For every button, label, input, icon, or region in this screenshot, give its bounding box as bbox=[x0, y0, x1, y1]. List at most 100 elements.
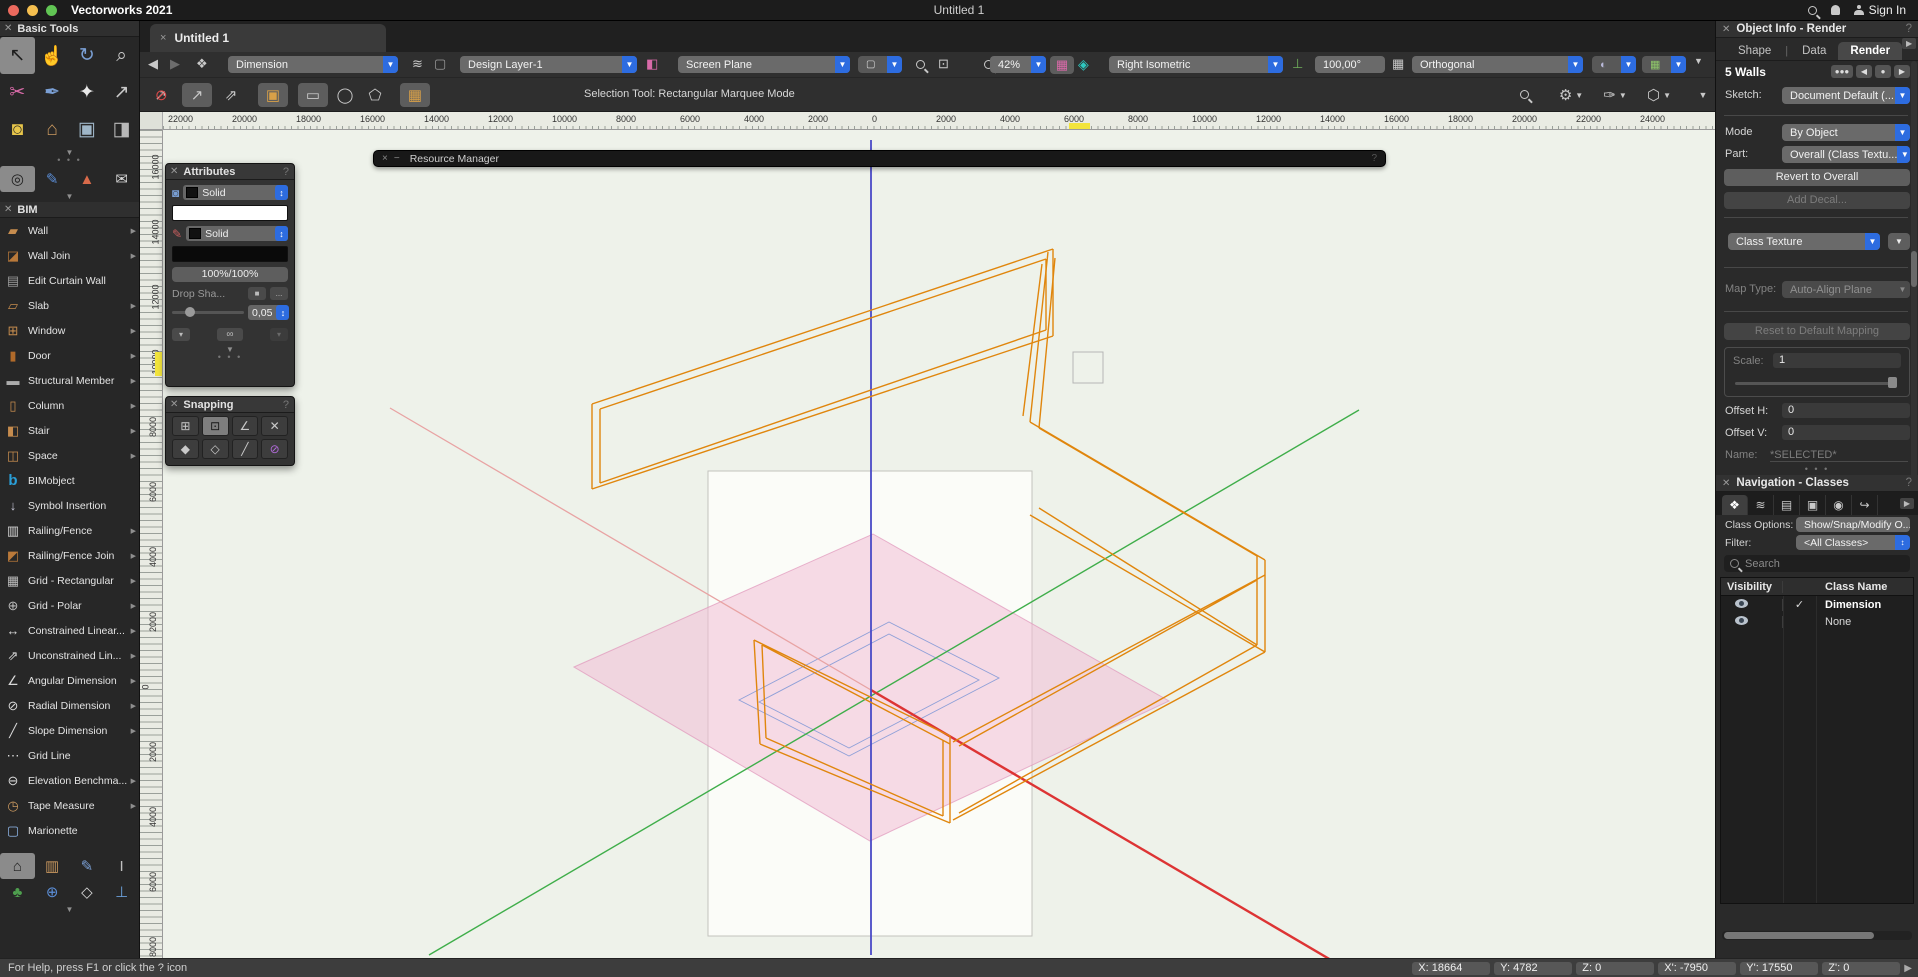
prev-object-button[interactable]: ◀ bbox=[1856, 65, 1872, 78]
resource-manager-window[interactable]: × − Resource Manager ? bbox=[373, 150, 1386, 167]
working-plane-mode-icon[interactable]: ◈ bbox=[1078, 56, 1089, 73]
bim-tool-railing-fence[interactable]: ▥Railing/Fence▶ bbox=[0, 518, 139, 543]
slider-thumb[interactable] bbox=[1888, 377, 1897, 388]
sheet-icon[interactable]: ▢ bbox=[434, 56, 446, 72]
offset-v-field[interactable]: 0 bbox=[1782, 425, 1910, 440]
bim-tool-slab[interactable]: ▱Slab▶ bbox=[0, 293, 139, 318]
close-icon[interactable]: ✕ bbox=[170, 166, 178, 177]
bim-tool-grid-rectangular[interactable]: ▦Grid - Rectangular▶ bbox=[0, 568, 139, 593]
class-row[interactable]: None bbox=[1721, 613, 1913, 630]
grid-settings-icon[interactable]: ▦ bbox=[1392, 56, 1404, 72]
offset-h-field[interactable]: 0 bbox=[1782, 403, 1910, 418]
class-row[interactable]: ✓Dimension bbox=[1721, 596, 1913, 613]
close-tab-icon[interactable]: × bbox=[160, 32, 166, 44]
visualization-tool[interactable]: ⌂ bbox=[35, 111, 70, 148]
render-style-dropdown[interactable]: ▦▼ bbox=[1642, 56, 1686, 73]
projection-dropdown[interactable]: Orthogonal▼ bbox=[1412, 56, 1583, 73]
design-layer-dropdown[interactable]: Design Layer-1▼ bbox=[460, 56, 637, 73]
class-name-cell[interactable]: None bbox=[1817, 616, 1913, 628]
eye-icon[interactable] bbox=[1735, 599, 1748, 608]
navigation-classes-header[interactable]: ✕ Navigation - Classes ? bbox=[1716, 475, 1918, 492]
bim-tool-grid-polar[interactable]: ⊕Grid - Polar▶ bbox=[0, 593, 139, 618]
close-icon[interactable]: ✕ bbox=[4, 204, 12, 215]
render-brush-dropdown[interactable]: ✑▼ bbox=[1596, 83, 1634, 107]
back-icon[interactable]: ◀ bbox=[148, 56, 158, 72]
snap-to-tangent[interactable]: ⊘ bbox=[261, 439, 288, 459]
class-name-column[interactable]: Class Name bbox=[1817, 581, 1913, 593]
render-options-dropdown[interactable]: ⬡▼ bbox=[1640, 83, 1678, 107]
help-icon[interactable]: ? bbox=[283, 166, 289, 178]
slider-thumb[interactable] bbox=[185, 307, 195, 317]
flyout-arrow-icon[interactable]: ▶ bbox=[131, 802, 136, 810]
help-icon[interactable]: ? bbox=[1906, 23, 1912, 35]
bim-tool-unconstrained-lin-[interactable]: ⇗Unconstrained Lin...▶ bbox=[0, 643, 139, 668]
toolset-building-shell[interactable]: ⌂ bbox=[0, 853, 35, 879]
next-object-button[interactable]: ▶ bbox=[1894, 65, 1910, 78]
reset-mapping-button[interactable]: Reset to Default Mapping bbox=[1724, 323, 1910, 340]
forward-icon[interactable]: ▶ bbox=[170, 56, 180, 72]
move-tool[interactable]: ↗ bbox=[104, 74, 139, 111]
close-icon[interactable]: ✕ bbox=[1722, 24, 1730, 35]
viewports-tab[interactable]: ▣ bbox=[1800, 495, 1826, 515]
magnifier-icon[interactable] bbox=[1520, 90, 1529, 99]
flyout-arrow-icon[interactable]: ▶ bbox=[131, 602, 136, 610]
selection-tool[interactable]: ↖ bbox=[0, 37, 35, 74]
collapse-caret-3[interactable]: ▼ bbox=[0, 905, 139, 915]
scale-field[interactable]: 1 bbox=[1773, 353, 1901, 368]
saved-views-tab[interactable]: ◉ bbox=[1826, 495, 1852, 515]
flyout-arrow-icon[interactable]: ▶ bbox=[131, 652, 136, 660]
interactive-scaling-off-icon[interactable]: ↗ ⊘ bbox=[146, 83, 176, 107]
pen-color-swatch[interactable] bbox=[172, 246, 288, 262]
revert-to-overall-button[interactable]: Revert to Overall bbox=[1724, 169, 1910, 186]
flyout-arrow-icon[interactable]: ▶ bbox=[131, 427, 136, 435]
status-expand-icon[interactable]: ▶ bbox=[1904, 963, 1912, 974]
bim-tool-slope-dimension[interactable]: ╱Slope Dimension▶ bbox=[0, 718, 139, 743]
stepper-icon[interactable]: ↕ bbox=[276, 305, 289, 320]
bim-tool-column[interactable]: ▯Column▶ bbox=[0, 393, 139, 418]
bim-tool-symbol-insertion[interactable]: ↓Symbol Insertion bbox=[0, 493, 139, 518]
class-filter-dropdown[interactable]: <All Classes>↕ bbox=[1796, 535, 1910, 550]
flyout-arrow-icon[interactable]: ▶ bbox=[131, 252, 136, 260]
smart-points[interactable]: ◇ bbox=[202, 439, 229, 459]
lasso-marquee-icon[interactable]: ◯ bbox=[330, 83, 360, 107]
bim-tool-structural-member[interactable]: ▬Structural Member▶ bbox=[0, 368, 139, 393]
class-name-cell[interactable]: Dimension bbox=[1817, 599, 1913, 611]
bim-tool-marionette[interactable]: ▢Marionette bbox=[0, 818, 139, 843]
bim-tool-space[interactable]: ◫Space▶ bbox=[0, 443, 139, 468]
zoom-page-icon[interactable] bbox=[916, 60, 925, 69]
render-mode-dropdown[interactable]: ◐▼ bbox=[1592, 56, 1636, 73]
settings-gear-dropdown[interactable]: ⚙▼ bbox=[1552, 83, 1590, 107]
zoom-marquee-icon[interactable]: ⊡ bbox=[938, 56, 949, 72]
close-icon[interactable]: × bbox=[382, 153, 388, 164]
sheet-layers-tab[interactable]: ▤ bbox=[1774, 495, 1800, 515]
close-icon[interactable]: ✕ bbox=[170, 399, 178, 410]
flyout-arrow-icon[interactable]: ▶ bbox=[131, 402, 136, 410]
panel-vertical-scrollbar[interactable] bbox=[1911, 61, 1917, 481]
attr-next-button[interactable]: ▾ bbox=[270, 328, 288, 341]
link-attributes-button[interactable]: ∞ bbox=[217, 328, 243, 341]
dimension-standard-dropdown[interactable]: Dimension▼ bbox=[228, 56, 398, 73]
palette-drag-handle[interactable]: • • • bbox=[166, 355, 294, 363]
texture-expand-button[interactable]: ▼ bbox=[1888, 233, 1910, 250]
active-plane-dropdown[interactable]: Screen Plane▼ bbox=[678, 56, 850, 73]
tab-data[interactable]: Data bbox=[1790, 42, 1838, 60]
layers-icon[interactable]: ≋ bbox=[412, 56, 423, 72]
bim-tool-constrained-linear-[interactable]: ↔Constrained Linear...▶ bbox=[0, 618, 139, 643]
current-object-button[interactable]: ● bbox=[1875, 65, 1891, 78]
flyout-arrow-icon[interactable]: ▶ bbox=[131, 452, 136, 460]
tab-shape[interactable]: Shape bbox=[1726, 42, 1783, 60]
bim-tool-door[interactable]: ▮Door▶ bbox=[0, 343, 139, 368]
panel-expand-icon[interactable]: ▶ bbox=[1902, 38, 1916, 49]
toolset-detailing[interactable]: I bbox=[104, 853, 139, 879]
more-tools-icon[interactable]: ▼ bbox=[1694, 56, 1703, 66]
close-icon[interactable]: ✕ bbox=[4, 23, 12, 34]
map-type-dropdown[interactable]: Auto-Align Plane▼ bbox=[1782, 281, 1910, 298]
camera-tool[interactable]: ◨ bbox=[104, 111, 139, 148]
stepper-icon[interactable]: ↕ bbox=[275, 226, 288, 241]
document-tab[interactable]: × Untitled 1 bbox=[150, 24, 386, 52]
sketch-dropdown[interactable]: Document Default (...▼ bbox=[1782, 87, 1910, 104]
eye-icon[interactable] bbox=[1735, 616, 1748, 625]
render-style-tool[interactable]: ▲ bbox=[70, 166, 105, 192]
pan-hand-tool[interactable]: ☝ bbox=[35, 37, 70, 74]
bim-tool-stair[interactable]: ◧Stair▶ bbox=[0, 418, 139, 443]
